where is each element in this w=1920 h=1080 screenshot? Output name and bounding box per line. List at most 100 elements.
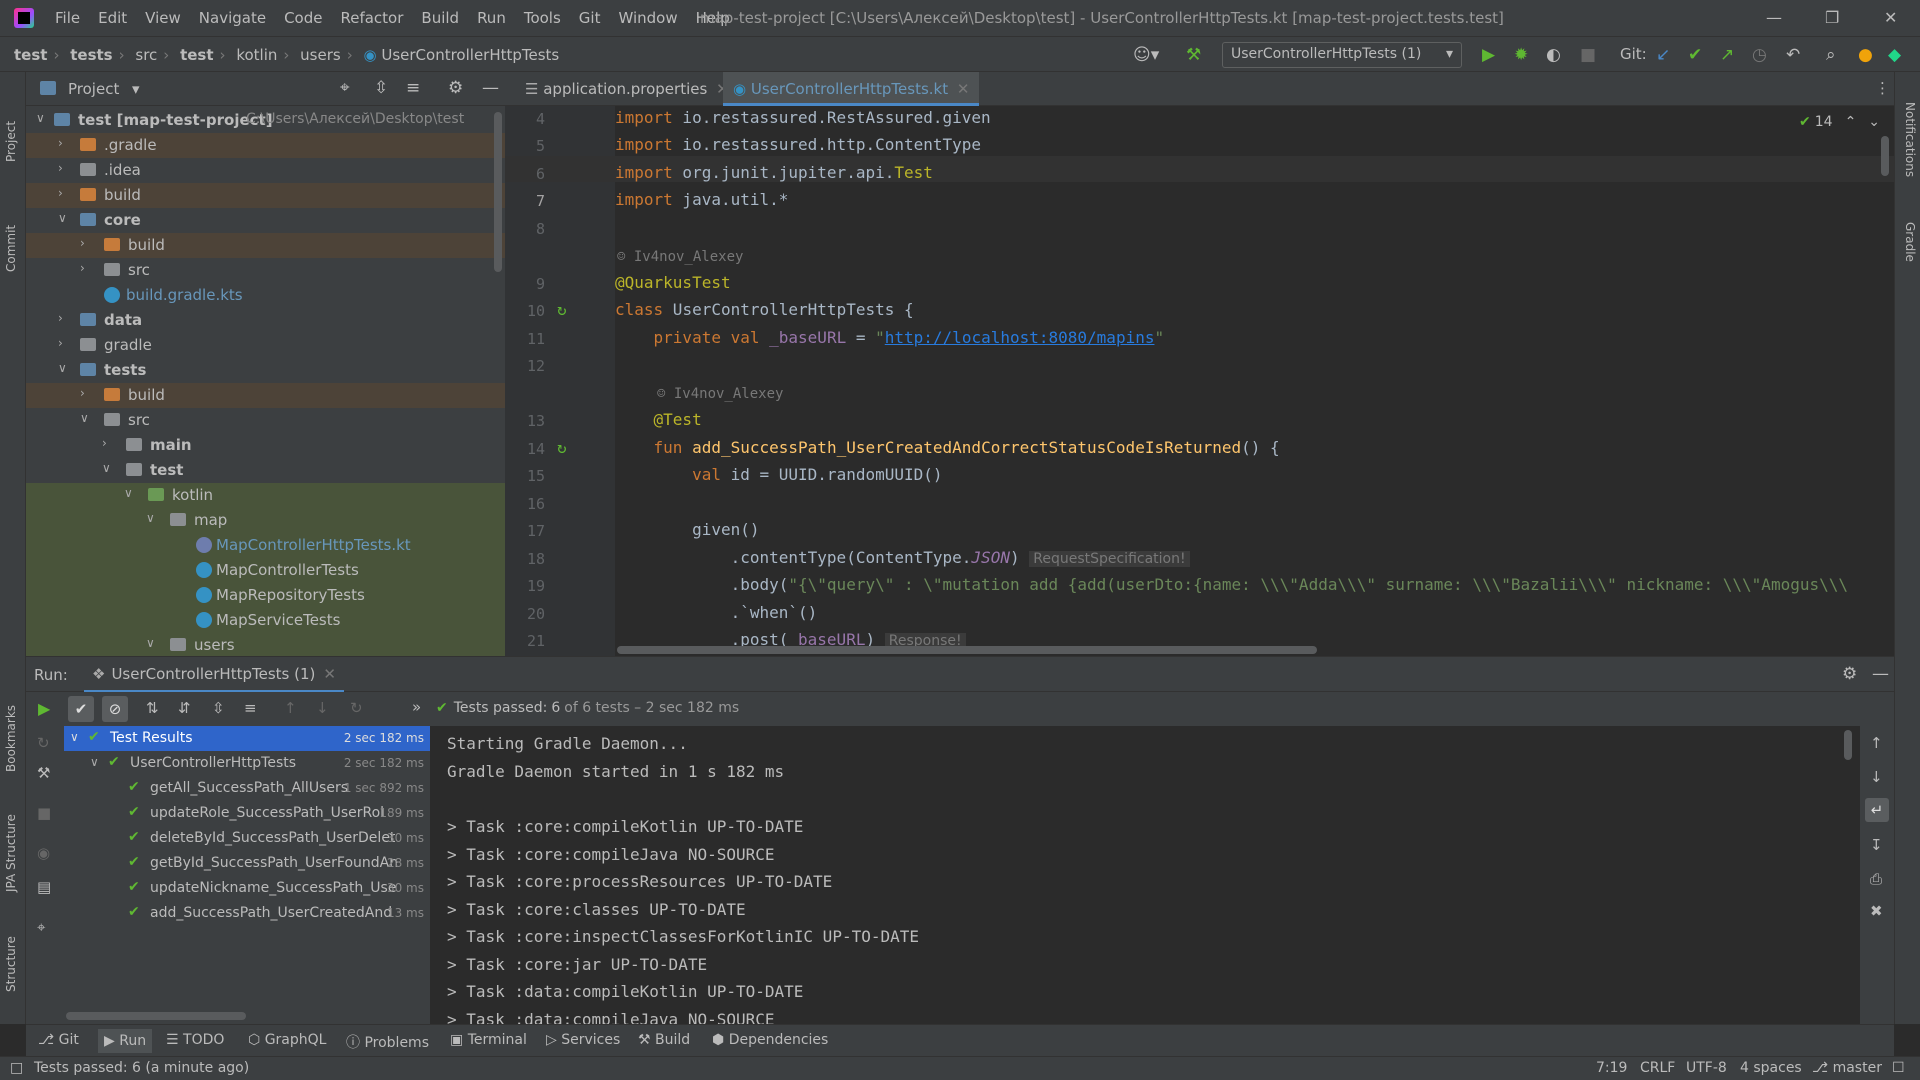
run-icon[interactable]: ▶: [1482, 45, 1495, 65]
chevron-down-icon[interactable]: ∨: [58, 211, 67, 225]
run-configuration-select[interactable]: UserControllerHttpTests (1) ▾: [1222, 42, 1462, 68]
chevron-right-icon[interactable]: ›: [58, 161, 63, 175]
test-result-row[interactable]: ✔ getById_SuccessPath_UserFoundAn 28 ms: [64, 851, 430, 876]
tool-tab-project[interactable]: Project: [4, 121, 18, 162]
collapse-all-icon[interactable]: ≡: [244, 699, 257, 717]
menu-run[interactable]: Run: [477, 9, 506, 27]
test-result-row[interactable]: ∨ ✔ UserControllerHttpTests 2 sec 182 ms: [64, 751, 430, 776]
menu-git[interactable]: Git: [579, 9, 601, 27]
tool-tab-build[interactable]: ⚒ Build: [638, 1032, 690, 1048]
search-icon[interactable]: ⌕: [1826, 45, 1836, 65]
chevron-right-icon[interactable]: ›: [58, 336, 63, 350]
rerun-failed-icon[interactable]: ↻: [37, 734, 50, 752]
tree-scrollbar[interactable]: [494, 112, 502, 272]
breadcrumb-item[interactable]: users: [300, 46, 341, 64]
previous-test-icon[interactable]: ↑: [284, 699, 297, 717]
next-test-icon[interactable]: ↓: [316, 699, 329, 717]
trash-icon[interactable]: ✖: [1870, 902, 1883, 920]
stop-icon[interactable]: ■: [37, 804, 51, 822]
chevron-down-icon[interactable]: ∨: [70, 730, 79, 744]
menu-refactor[interactable]: Refactor: [340, 9, 403, 27]
soft-wrap-icon[interactable]: ↵: [1865, 798, 1889, 822]
tree-node[interactable]: › src: [26, 258, 505, 283]
stop-icon[interactable]: ■: [1580, 45, 1596, 65]
chevron-right-icon[interactable]: ›: [58, 311, 63, 325]
chevron-down-icon[interactable]: ∨: [80, 411, 89, 425]
breadcrumb-item[interactable]: kotlin: [236, 46, 277, 64]
chevron-down-icon[interactable]: ∨: [102, 461, 111, 475]
chevron-down-icon[interactable]: ▾: [132, 80, 140, 98]
tool-tab-todo[interactable]: ☰ TODO: [166, 1032, 224, 1048]
collapse-all-icon[interactable]: ≡: [406, 78, 420, 98]
history-icon[interactable]: ◷: [1752, 45, 1767, 65]
tree-node[interactable]: ∨ map: [26, 508, 505, 533]
run-test-gutter-icon[interactable]: ↻: [557, 438, 567, 457]
tool-tab-git[interactable]: ⎇ Git: [38, 1032, 79, 1048]
breadcrumb-item[interactable]: test: [180, 46, 213, 64]
wrench-icon[interactable]: ⚒: [37, 764, 50, 782]
indent-setting[interactable]: 4 spaces: [1740, 1060, 1802, 1076]
rollback-icon[interactable]: ↶: [1786, 45, 1800, 65]
tree-node[interactable]: build.gradle.kts: [26, 283, 505, 308]
test-tree-scrollbar[interactable]: [66, 1012, 246, 1020]
run-tab[interactable]: ❖ UserControllerHttpTests (1) ✕: [84, 657, 344, 693]
coverage-icon[interactable]: ◐: [1546, 45, 1561, 65]
menu-tools[interactable]: Tools: [524, 9, 561, 27]
eye-icon[interactable]: ◉: [37, 844, 50, 862]
test-result-row[interactable]: ✔ updateNickname_SuccessPath_Use 30 ms: [64, 876, 430, 901]
chevron-up-icon[interactable]: ⌃: [1845, 114, 1857, 130]
tree-node[interactable]: MapServiceTests: [26, 608, 505, 633]
tree-node[interactable]: › .idea: [26, 158, 505, 183]
tree-node[interactable]: MapControllerHttpTests.kt: [26, 533, 505, 558]
inspection-widget[interactable]: ✔ 14 ⌃ ⌄: [1799, 114, 1880, 130]
minimize-icon[interactable]: —: [1766, 8, 1782, 27]
restore-icon[interactable]: ❐: [1825, 8, 1839, 27]
tree-node[interactable]: MapControllerTests: [26, 558, 505, 583]
url-link[interactable]: http://localhost:8080/mapins: [885, 328, 1155, 347]
chevron-down-icon[interactable]: ∨: [90, 755, 99, 769]
gear-icon[interactable]: ⚙: [448, 78, 463, 98]
menu-build[interactable]: Build: [421, 9, 459, 27]
tool-tab-graphql[interactable]: ⬡ GraphQL: [248, 1032, 326, 1048]
menu-view[interactable]: View: [145, 9, 181, 27]
tool-tab-bookmarks[interactable]: Bookmarks: [4, 705, 18, 772]
editor-vertical-scrollbar[interactable]: [1881, 136, 1889, 176]
editor-horizontal-scrollbar[interactable]: [617, 646, 1317, 654]
menu-navigate[interactable]: Navigate: [199, 9, 266, 27]
tree-node[interactable]: › main: [26, 433, 505, 458]
git-branch[interactable]: ⎇ master: [1812, 1060, 1882, 1076]
expand-all-icon[interactable]: ⇳: [212, 699, 225, 717]
tool-tab-structure[interactable]: Structure: [4, 936, 18, 992]
tree-node[interactable]: ∨ users: [26, 633, 505, 656]
chevron-right-icon[interactable]: ›: [58, 186, 63, 200]
breadcrumb-item[interactable]: UserControllerHttpTests: [381, 46, 559, 64]
sort-duration-icon[interactable]: ⇵: [178, 699, 191, 717]
tree-node[interactable]: ∨ test: [26, 458, 505, 483]
tool-tab-services[interactable]: ▷ Services: [546, 1032, 620, 1048]
run-test-gutter-icon[interactable]: ↻: [557, 300, 567, 319]
chevron-down-icon[interactable]: ∨: [58, 361, 67, 375]
layout-icon[interactable]: ▤: [37, 878, 51, 896]
tool-tab-dependencies[interactable]: ⬢ Dependencies: [712, 1032, 828, 1048]
tab-usercontrollerhttptests[interactable]: ◉ UserControllerHttpTests.kt ✕: [723, 72, 980, 106]
tool-tab-gradle[interactable]: Gradle: [1903, 222, 1917, 262]
more-tabs-icon[interactable]: ⋮: [1875, 79, 1890, 97]
tool-tab-run[interactable]: ▶ Run: [98, 1029, 153, 1053]
test-result-row[interactable]: ✔ add_SuccessPath_UserCreatedAnd 13 ms: [64, 901, 430, 926]
chevron-down-icon[interactable]: ∨: [146, 636, 155, 650]
tool-tab-notifications[interactable]: Notifications: [1903, 102, 1917, 177]
tree-node[interactable]: › build: [26, 233, 505, 258]
chevron-right-icon[interactable]: ›: [58, 136, 63, 150]
status-layout-icon[interactable]: □: [10, 1060, 23, 1076]
hide-panel-icon[interactable]: —: [1872, 664, 1889, 684]
lock-icon[interactable]: ☐: [1892, 1060, 1905, 1076]
caret-position[interactable]: 7:19: [1596, 1060, 1627, 1076]
code-editor[interactable]: 4 5 6 7 8 9 10 11 12 13 14 15 16 17 18 1…: [505, 106, 1894, 656]
tree-node-root[interactable]: ∨ test [map-test-project] C:\Users\Алекс…: [26, 108, 505, 133]
chevron-right-icon[interactable]: ›: [80, 261, 85, 275]
expand-all-icon[interactable]: ⇳: [374, 78, 388, 98]
tree-node[interactable]: ∨ tests: [26, 358, 505, 383]
project-panel-title[interactable]: Project: [68, 80, 119, 98]
print-icon[interactable]: ⎙: [1870, 870, 1882, 888]
tree-node[interactable]: ∨ src: [26, 408, 505, 433]
